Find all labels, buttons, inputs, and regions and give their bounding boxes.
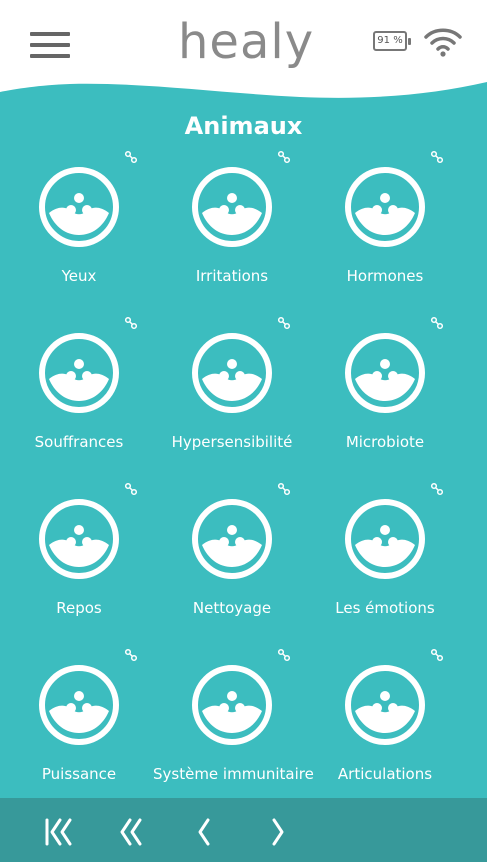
program-label: Irritations <box>195 267 269 285</box>
program-tile-systeme-immunitaire[interactable]: Système immunitaire <box>153 648 314 808</box>
program-tile-repos[interactable]: Repos <box>0 482 150 642</box>
link-icon <box>277 482 291 496</box>
program-label: Microbiote <box>345 433 425 451</box>
healy-program-icon <box>192 499 272 579</box>
first-page-button[interactable] <box>40 812 80 852</box>
link-icon <box>124 316 138 330</box>
program-label: Souffrances <box>34 433 124 451</box>
link-icon <box>277 150 291 164</box>
chevron-right-icon <box>272 818 284 846</box>
program-tile-irritations[interactable]: Irritations <box>153 150 303 310</box>
link-icon <box>430 316 444 330</box>
previous-button[interactable] <box>184 812 224 852</box>
healy-program-icon <box>345 499 425 579</box>
program-tile-hormones[interactable]: Hormones <box>306 150 456 310</box>
program-tile-yeux[interactable]: Yeux <box>0 150 150 310</box>
healy-program-icon <box>192 167 272 247</box>
program-grid: Yeux Irritations Hormones Souffrances Hy… <box>0 0 487 862</box>
healy-program-icon <box>345 167 425 247</box>
next-button[interactable] <box>258 812 298 852</box>
program-label: Repos <box>56 599 102 617</box>
link-icon <box>124 150 138 164</box>
first-page-icon <box>45 818 72 846</box>
program-label: Système immunitaire <box>153 765 314 783</box>
program-tile-articulations[interactable]: Articulations <box>306 648 456 808</box>
chevron-left-icon <box>198 818 210 846</box>
healy-program-icon <box>192 665 272 745</box>
link-icon <box>430 482 444 496</box>
healy-program-icon <box>345 333 425 413</box>
program-tile-hypersensibilite[interactable]: Hypersensibilité <box>153 316 303 476</box>
healy-program-icon <box>345 665 425 745</box>
link-icon <box>124 648 138 662</box>
program-tile-microbiote[interactable]: Microbiote <box>306 316 456 476</box>
double-chevron-left-icon <box>120 818 142 846</box>
program-label: Hormones <box>346 267 424 285</box>
program-label: Hypersensibilité <box>171 433 293 451</box>
rewind-button[interactable] <box>112 812 152 852</box>
program-label: Nettoyage <box>192 599 272 617</box>
program-label: Puissance <box>41 765 117 783</box>
program-tile-les-emotions[interactable]: Les émotions <box>306 482 456 642</box>
program-label: Articulations <box>337 765 433 783</box>
link-icon <box>430 150 444 164</box>
link-icon <box>430 648 444 662</box>
healy-program-icon <box>39 333 119 413</box>
healy-program-icon <box>39 665 119 745</box>
program-tile-souffrances[interactable]: Souffrances <box>0 316 150 476</box>
link-icon <box>124 482 138 496</box>
healy-program-icon <box>39 167 119 247</box>
link-icon <box>277 648 291 662</box>
program-tile-puissance[interactable]: Puissance <box>0 648 150 808</box>
program-tile-nettoyage[interactable]: Nettoyage <box>153 482 303 642</box>
program-label: Les émotions <box>335 599 435 617</box>
bottom-navigation-bar <box>0 798 487 862</box>
healy-program-icon <box>192 333 272 413</box>
link-icon <box>277 316 291 330</box>
program-label: Yeux <box>61 267 97 285</box>
healy-program-icon <box>39 499 119 579</box>
